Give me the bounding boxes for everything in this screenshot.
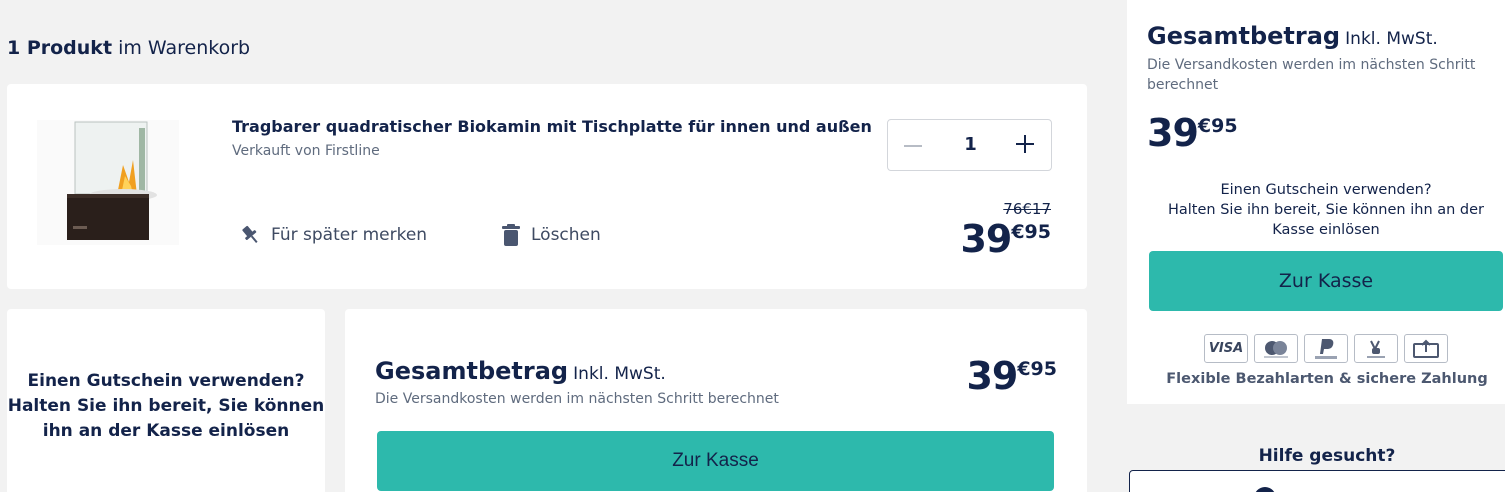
bank-transfer-icon bbox=[1404, 334, 1448, 363]
visa-icon: VISA bbox=[1204, 334, 1248, 363]
total-label: Gesamtbetrag bbox=[375, 357, 569, 385]
vat-label: Inkl. MwSt. bbox=[573, 364, 666, 384]
price-decimal: €95 bbox=[1011, 221, 1051, 243]
cart-count: 1 Produkt bbox=[7, 37, 113, 59]
price-decimal: €95 bbox=[1017, 358, 1057, 380]
sidebar-total-label: Gesamtbetrag bbox=[1147, 22, 1341, 50]
sidebar-coupon-line1: Einen Gutschein verwenden? bbox=[1220, 182, 1432, 198]
checkout-button[interactable]: Zur Kasse bbox=[377, 431, 1054, 491]
sidebar-total-heading: Gesamtbetrag Inkl. MwSt. bbox=[1147, 22, 1438, 50]
summary-sidebar: Gesamtbetrag Inkl. MwSt. Die Versandkost… bbox=[1127, 0, 1505, 404]
total-card: Gesamtbetrag Inkl. MwSt. Die Versandkost… bbox=[345, 309, 1087, 492]
total-price: 39 €95 bbox=[966, 357, 1057, 395]
cart-item-card: Tragbarer quadratischer Biokamin mit Tis… bbox=[7, 84, 1087, 289]
sofort-logo bbox=[1367, 340, 1385, 358]
help-box[interactable] bbox=[1129, 470, 1505, 492]
payment-methods: VISA bbox=[1204, 334, 1448, 363]
help-title: Hilfe gesucht? bbox=[1258, 446, 1396, 466]
pin-icon bbox=[242, 225, 258, 243]
bank-transfer-logo bbox=[1413, 339, 1439, 358]
save-for-later-button[interactable]: Für später merken bbox=[239, 224, 427, 246]
sidebar-total-price: 39 €95 bbox=[1147, 114, 1238, 152]
coupon-text: Einen Gutschein verwenden? Halten Sie ih… bbox=[7, 371, 325, 441]
mastercard-logo bbox=[1264, 340, 1288, 358]
save-for-later-label: Für später merken bbox=[271, 225, 428, 245]
mastercard-icon bbox=[1254, 334, 1298, 363]
trash-icon bbox=[502, 224, 520, 246]
sidebar-coupon-line2: Halten Sie ihn bereit, Sie können ihn an… bbox=[1167, 202, 1485, 238]
price-integer: 39 bbox=[1147, 111, 1199, 155]
plus-icon[interactable] bbox=[1014, 133, 1036, 155]
paypal-logo bbox=[1315, 338, 1337, 359]
old-price: 76€17 bbox=[1003, 200, 1051, 218]
quantity-value[interactable]: 1 bbox=[958, 134, 983, 155]
minus-icon[interactable] bbox=[904, 145, 922, 147]
sidebar-checkout-button[interactable]: Zur Kasse bbox=[1149, 251, 1503, 311]
payment-note: Flexible Bezahlarten & sichere Zahlung bbox=[1166, 371, 1488, 387]
product-price: 39 €95 bbox=[960, 220, 1051, 258]
seller-text: Verkauft von Firstline bbox=[232, 143, 380, 159]
coupon-card: Einen Gutschein verwenden? Halten Sie ih… bbox=[7, 309, 325, 492]
price-integer: 39 bbox=[966, 354, 1018, 398]
price-integer: 39 bbox=[960, 217, 1012, 261]
delete-label: Löschen bbox=[531, 225, 601, 245]
sidebar-vat-label: Inkl. MwSt. bbox=[1345, 29, 1438, 49]
paypal-icon bbox=[1304, 334, 1348, 363]
cart-title: 1 Produkt im Warenkorb bbox=[7, 37, 250, 59]
price-decimal: €95 bbox=[1197, 115, 1238, 137]
sofort-icon bbox=[1354, 334, 1398, 363]
sidebar-coupon-text: Einen Gutschein verwenden? Halten Sie ih… bbox=[1147, 180, 1505, 240]
delete-button[interactable]: Löschen bbox=[501, 224, 601, 246]
product-name[interactable]: Tragbarer quadratischer Biokamin mit Tis… bbox=[232, 117, 872, 136]
help-icon bbox=[1254, 487, 1276, 492]
quantity-stepper: 1 bbox=[887, 119, 1052, 171]
product-image[interactable] bbox=[37, 120, 179, 245]
total-heading: Gesamtbetrag Inkl. MwSt. bbox=[375, 357, 666, 385]
shipping-note: Die Versandkosten werden im nächsten Sch… bbox=[375, 391, 779, 407]
sidebar-shipping-note: Die Versandkosten werden im nächsten Sch… bbox=[1147, 57, 1476, 93]
cart-suffix: im Warenkorb bbox=[118, 37, 251, 59]
